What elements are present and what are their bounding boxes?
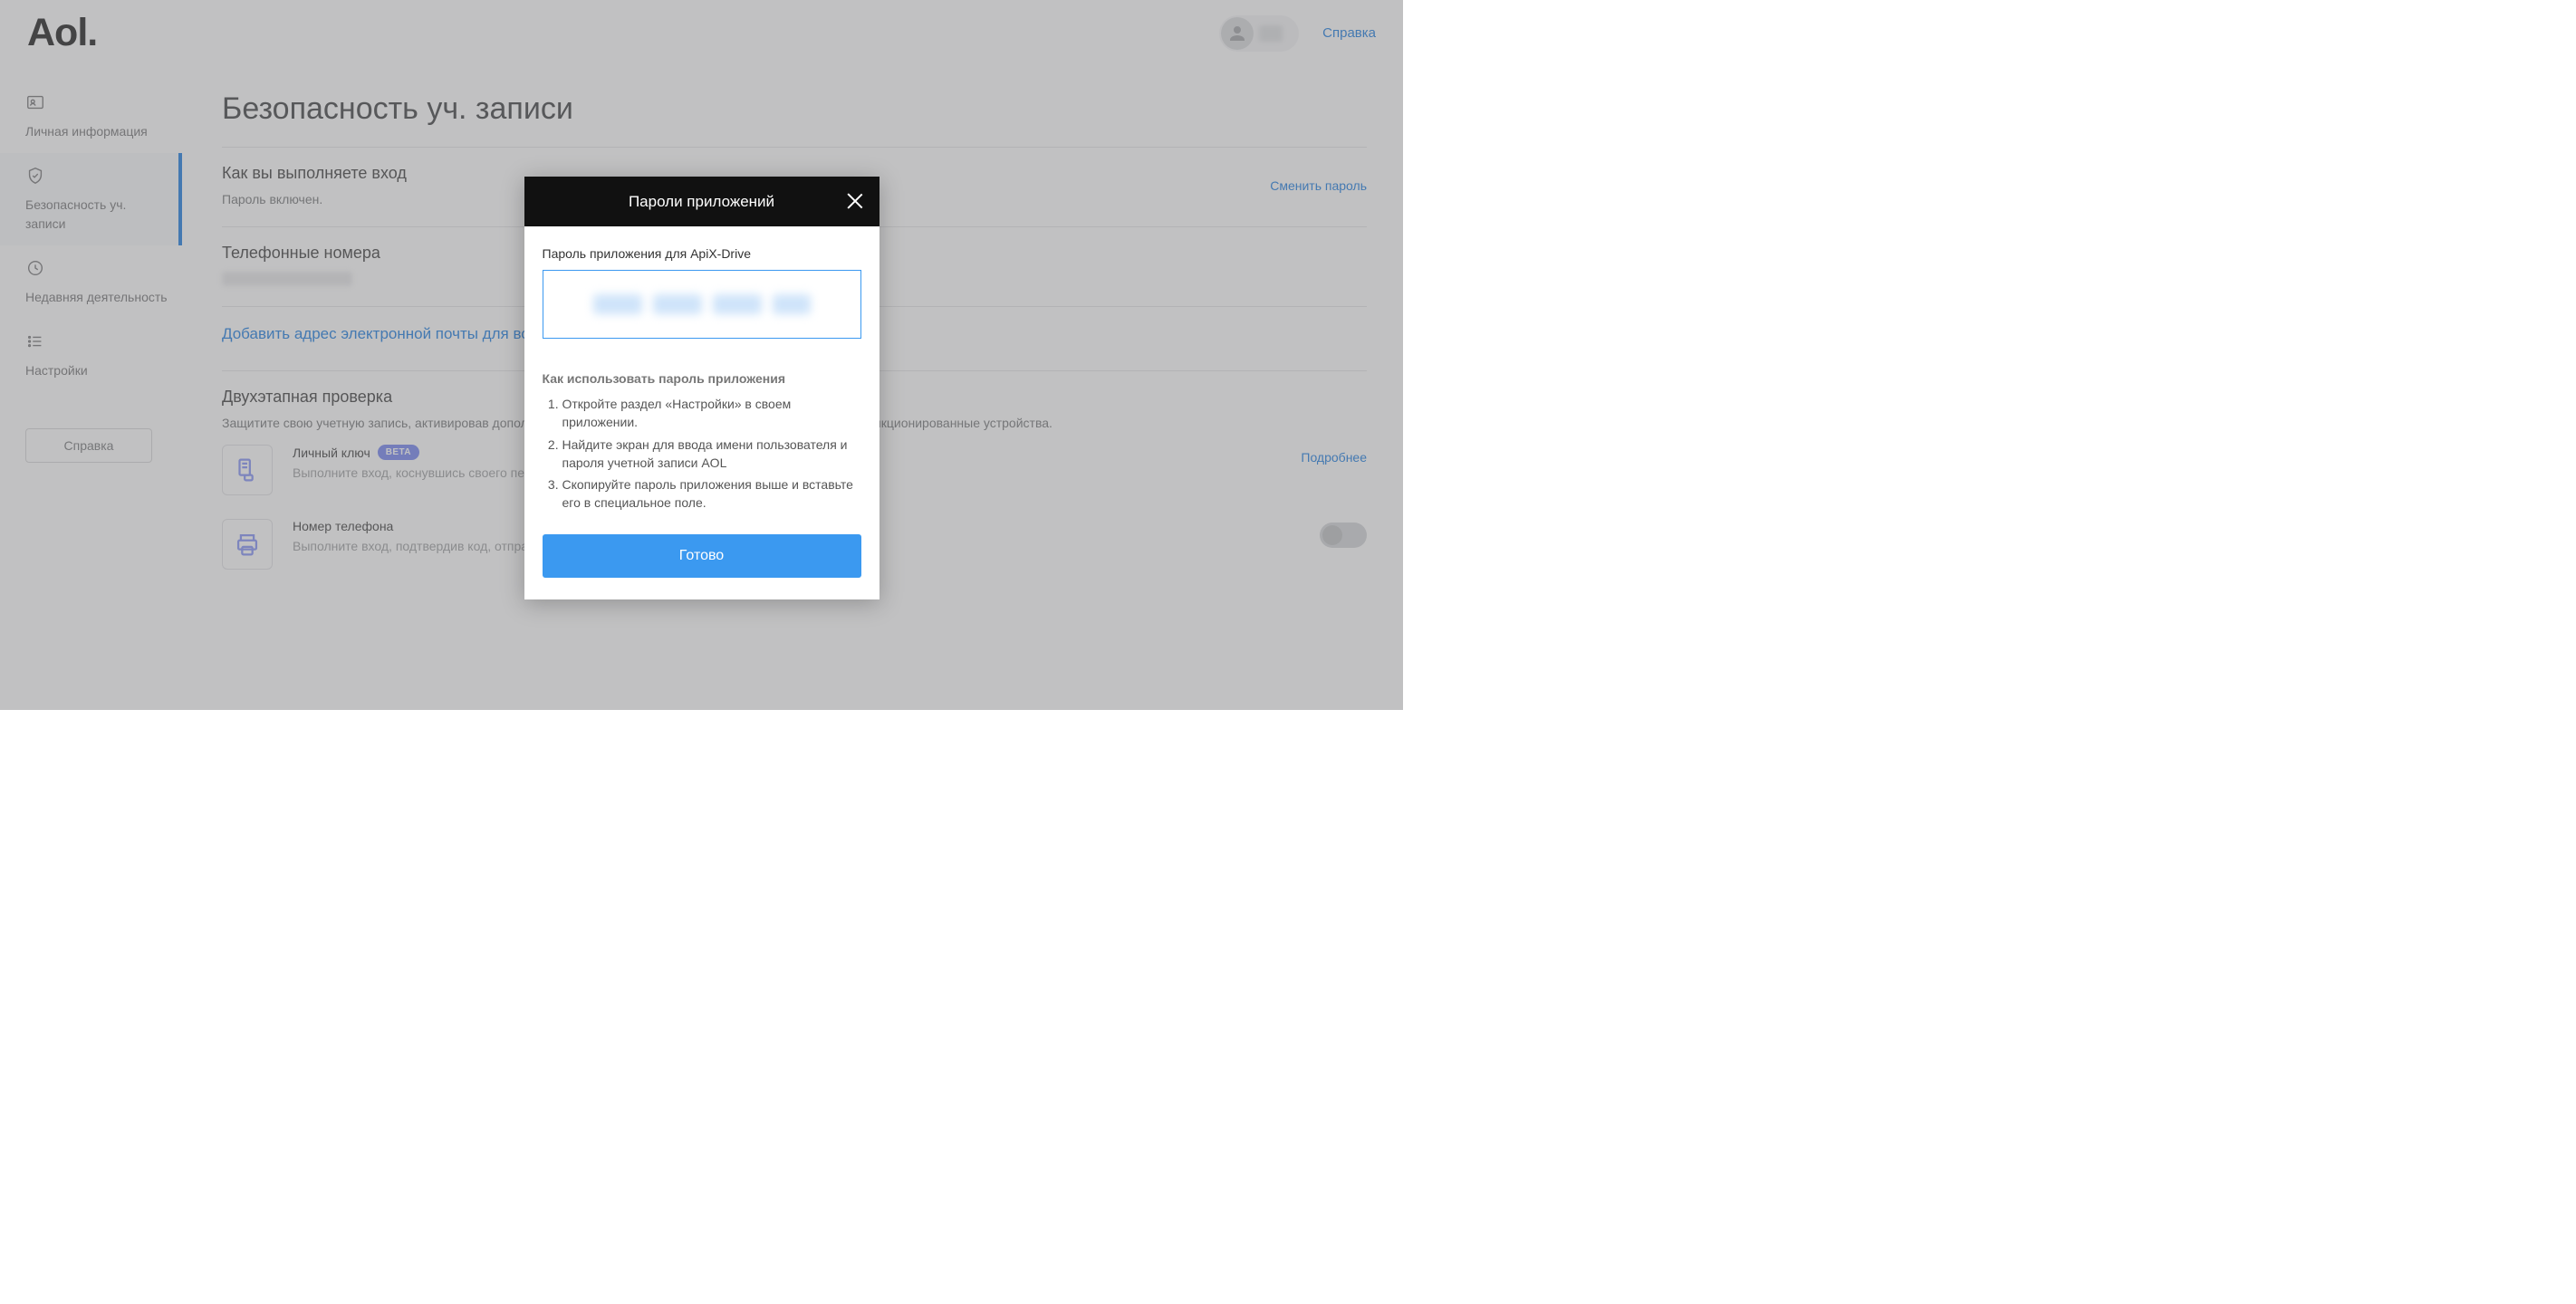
howto-step: Откройте раздел «Настройки» в своем прил… (562, 395, 861, 432)
app-password-blur (593, 294, 811, 314)
howto-steps: Откройте раздел «Настройки» в своем прил… (543, 395, 861, 513)
modal-overlay[interactable]: Пароли приложений Пароль приложения для … (0, 0, 1403, 710)
app-password-display (543, 270, 861, 339)
done-button[interactable]: Готово (543, 534, 861, 578)
modal-title: Пароли приложений (629, 193, 774, 211)
howto-step: Найдите экран для ввода имени пользовате… (562, 436, 861, 473)
app-password-modal: Пароли приложений Пароль приложения для … (524, 177, 879, 599)
app-password-label: Пароль приложения для ApiX-Drive (543, 246, 861, 261)
howto-heading: Как использовать пароль приложения (543, 371, 861, 386)
close-icon[interactable] (845, 191, 865, 211)
howto-step: Скопируйте пароль приложения выше и вста… (562, 475, 861, 513)
